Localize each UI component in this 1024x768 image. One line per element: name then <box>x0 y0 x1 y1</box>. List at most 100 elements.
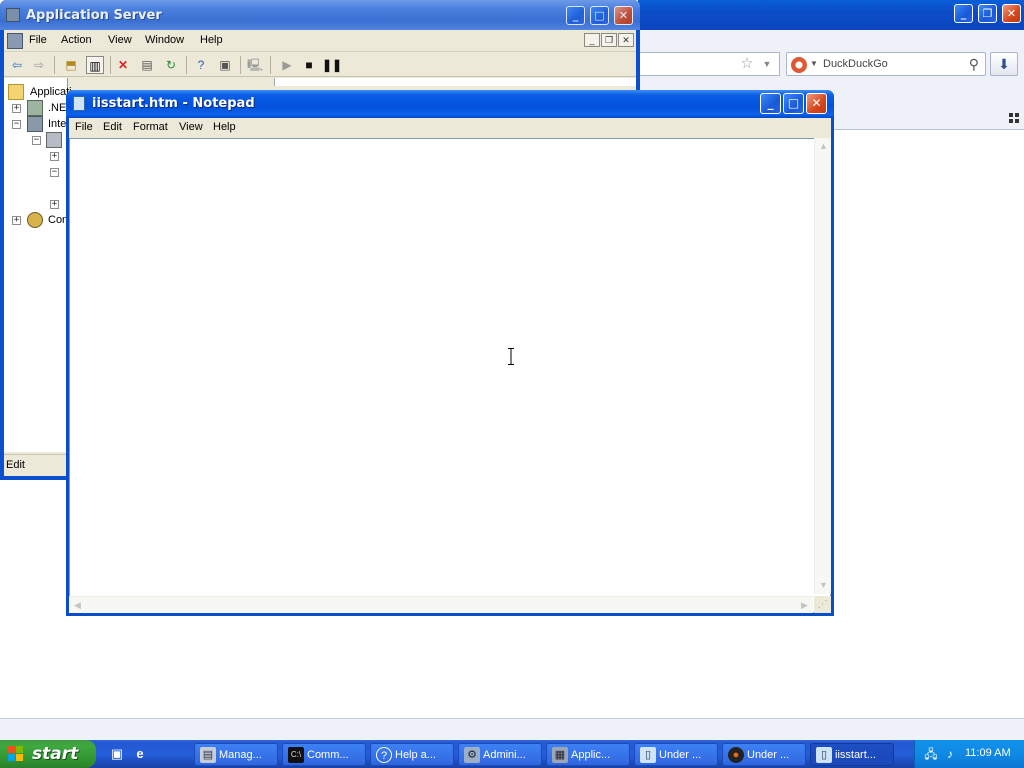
show-desktop-icon[interactable]: ▣ <box>108 745 126 763</box>
clock[interactable]: 11:09 AM <box>965 747 1011 759</box>
mdi-close-button[interactable]: ✕ <box>618 33 634 47</box>
console-tree: Applicati + .NE − Inte − + − + + Com <box>4 78 72 452</box>
menu-view[interactable]: View <box>179 121 203 133</box>
show-hide-tree-icon[interactable]: ▥ <box>86 56 104 74</box>
expand-icon[interactable]: + <box>12 104 21 113</box>
firefox-titlebar[interactable]: _ ❐ ✕ <box>638 0 1024 30</box>
menu-format[interactable]: Format <box>133 121 168 133</box>
maximize-button[interactable]: □ <box>590 6 609 25</box>
task-label: Help a... <box>395 749 436 761</box>
notepad-menubar: File Edit Format View Help <box>69 118 831 138</box>
scroll-down-icon[interactable]: ▼ <box>815 577 832 594</box>
app-server-menubar: File Action View Window Help _ ❐ ✕ <box>4 30 636 52</box>
windows-logo-icon <box>8 746 24 762</box>
maximize-button[interactable]: □ <box>783 93 804 114</box>
server-icon <box>46 132 62 148</box>
computer-icon[interactable]: 🖳 <box>246 56 264 74</box>
network-icon[interactable]: 🖧 <box>923 746 939 762</box>
start-button[interactable]: start <box>0 740 96 768</box>
app-server-titlebar[interactable]: Application Server _ □ ✕ <box>0 0 640 30</box>
internet-explorer-icon[interactable]: e <box>131 745 149 763</box>
url-bar[interactable] <box>638 52 780 76</box>
task-button-under-firefox[interactable]: ● Under ... <box>722 743 806 766</box>
menu-help[interactable]: Help <box>213 121 236 133</box>
url-dropdown-icon[interactable]: ▼ <box>760 58 774 70</box>
resize-grip-icon[interactable]: ⋰ <box>814 596 831 613</box>
task-button-management[interactable]: ▤ Manag... <box>194 743 278 766</box>
notepad-titlebar[interactable]: iisstart.htm - Notepad _ □ ✕ <box>66 90 834 118</box>
task-button-command[interactable]: C:\ Comm... <box>282 743 366 766</box>
notepad-icon: ▯ <box>640 747 656 763</box>
restore-button[interactable]: ❐ <box>978 4 997 23</box>
task-button-help[interactable]: ? Help a... <box>370 743 454 766</box>
collapse-icon[interactable]: − <box>12 120 21 129</box>
play-icon[interactable]: ▶ <box>278 56 296 74</box>
close-button[interactable]: ✕ <box>614 6 633 25</box>
menu-action[interactable]: Action <box>61 34 92 46</box>
up-folder-icon[interactable]: ⬒ <box>62 56 80 74</box>
horizontal-scrollbar[interactable]: ◀ ▶ <box>69 596 813 613</box>
stop-icon[interactable]: ■ <box>300 56 318 74</box>
computer-management-icon: ▤ <box>200 747 216 763</box>
collapse-icon[interactable]: − <box>32 136 41 145</box>
expand-icon[interactable]: + <box>12 216 21 225</box>
expand-icon[interactable]: + <box>50 200 59 209</box>
notepad-icon: ▯ <box>816 747 832 763</box>
minimize-button[interactable]: _ <box>566 6 585 25</box>
scroll-up-icon[interactable]: ▲ <box>815 138 832 155</box>
app-server-toolbar: ⇦ ⇨ ⬒ ▥ ✕ ▤ ↻ ? ▣ 🖳 ▶ ■ ❚❚ <box>4 53 636 77</box>
command-prompt-icon: C:\ <box>288 747 304 763</box>
download-arrow-icon[interactable]: ⬇ <box>990 52 1018 76</box>
task-button-under-notepad[interactable]: ▯ Under ... <box>634 743 718 766</box>
collapse-icon[interactable]: − <box>50 168 59 177</box>
duckduckgo-icon[interactable] <box>791 57 807 73</box>
app-server-title: Application Server <box>26 8 162 23</box>
minimize-button[interactable]: _ <box>954 4 973 23</box>
task-label: iisstart... <box>835 749 876 761</box>
notepad-icon[interactable] <box>73 96 85 111</box>
iis-manager-icon <box>27 116 43 132</box>
menu-view[interactable]: View <box>108 34 132 46</box>
mdi-restore-button[interactable]: ❐ <box>601 33 617 47</box>
properties-icon[interactable]: ▤ <box>138 56 156 74</box>
pause-icon[interactable]: ❚❚ <box>322 56 342 74</box>
tree-item-label: .NE <box>48 102 67 114</box>
task-label: Under ... <box>747 749 790 761</box>
search-box[interactable]: ▼ DuckDuckGo ⚲ <box>786 52 986 76</box>
forward-arrow-icon[interactable]: ⇨ <box>30 56 48 74</box>
task-label: Under ... <box>659 749 702 761</box>
menu-file[interactable]: File <box>29 34 47 46</box>
expand-icon[interactable]: + <box>50 152 59 161</box>
console-icon[interactable] <box>7 33 23 49</box>
ibeam-cursor-icon <box>508 348 514 365</box>
back-arrow-icon[interactable]: ⇦ <box>8 56 26 74</box>
help-icon[interactable]: ? <box>192 56 210 74</box>
tree-item-label: Inte <box>48 118 67 130</box>
bookmark-star-icon[interactable]: ☆ <box>738 55 756 73</box>
task-button-iisstart[interactable]: ▯ iisstart... <box>810 743 894 766</box>
menu-file[interactable]: File <box>75 121 93 133</box>
menu-window[interactable]: Window <box>145 34 184 46</box>
magnifier-icon[interactable]: ⚲ <box>969 56 979 73</box>
vertical-scrollbar[interactable]: ▲ ▼ <box>814 138 831 594</box>
system-tray: 🖧 ♪ 11:09 AM <box>914 740 1024 768</box>
scroll-left-icon[interactable]: ◀ <box>69 597 86 614</box>
firefox-statusbar <box>0 718 1024 740</box>
grid-icon[interactable] <box>1008 112 1020 124</box>
scroll-right-icon[interactable]: ▶ <box>796 597 813 614</box>
mdi-minimize-button[interactable]: _ <box>584 33 600 47</box>
close-button[interactable]: ✕ <box>1002 4 1021 23</box>
task-button-application-server[interactable]: ▦ Applic... <box>546 743 630 766</box>
minimize-button[interactable]: _ <box>760 93 781 114</box>
menu-edit[interactable]: Edit <box>103 121 122 133</box>
volume-icon[interactable]: ♪ <box>942 746 958 762</box>
task-label: Applic... <box>571 749 611 761</box>
text-editor-area[interactable] <box>69 138 831 613</box>
console-tree-icon[interactable]: ▣ <box>216 56 234 74</box>
delete-icon[interactable]: ✕ <box>114 56 132 74</box>
task-button-admin[interactable]: ⚙ Admini... <box>458 743 542 766</box>
close-button[interactable]: ✕ <box>806 93 827 114</box>
results-pane-header <box>274 78 636 86</box>
menu-help[interactable]: Help <box>200 34 223 46</box>
refresh-icon[interactable]: ↻ <box>162 56 180 74</box>
